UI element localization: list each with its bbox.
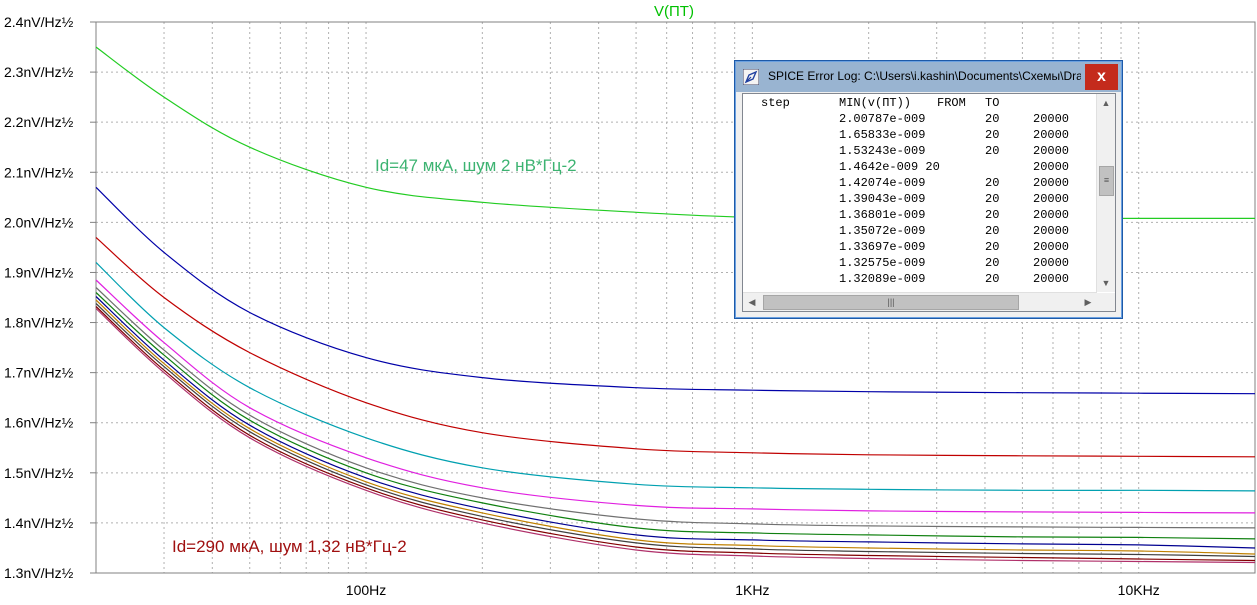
row-min: 1.36801e-009 [839, 208, 926, 222]
series-line-6 [95, 287, 1256, 529]
row-to: 20000 [1033, 112, 1070, 126]
row-min: 1.32575e-009 [839, 256, 926, 270]
row-to: 20000 [1033, 128, 1070, 142]
row-to: 20000 [1033, 144, 1070, 158]
y-tick-label: 1.6nV/Hz½ [4, 415, 74, 431]
y-tick-label: 2.2nV/Hz½ [4, 114, 74, 130]
close-button[interactable]: x [1085, 64, 1118, 90]
row-min: 1.32089e-009 [839, 272, 926, 286]
x-tick-label: 1KHz [735, 582, 769, 598]
y-tick-label: 1.3nV/Hz½ [4, 565, 74, 581]
series-line-10 [95, 303, 1256, 558]
row-from: 20 [985, 176, 1000, 190]
pen-icon [743, 69, 759, 85]
error-log-text: step MIN(v(ПТ)) FROM TO 12.00787e-009202… [743, 94, 1095, 290]
y-tick-label: 2.3nV/Hz½ [4, 64, 74, 80]
vertical-scroll-thumb[interactable]: ≡ [1099, 166, 1114, 196]
x-tick-labels: 100Hz 1KHz 10KHz [346, 582, 1160, 598]
row-to: 20000 [1033, 208, 1070, 222]
row-from: 20 [985, 272, 1000, 286]
header-to: TO [985, 96, 1000, 110]
row-to: 20000 [1033, 192, 1070, 206]
row-from: 20 [985, 128, 1000, 142]
series-line-7 [95, 292, 1256, 540]
scroll-up-icon[interactable]: ▲ [1097, 94, 1115, 112]
scroll-right-icon[interactable]: ▶ [1079, 293, 1097, 311]
header-step: step [761, 96, 790, 110]
row-from: 20 [985, 112, 1000, 126]
y-tick-label: 2.4nV/Hz½ [4, 14, 74, 30]
row-min: 1.39043e-009 [839, 192, 926, 206]
row-min: 2.00787e-009 [839, 112, 926, 126]
x-tick-label: 100Hz [346, 582, 386, 598]
error-log-title: SPICE Error Log: C:\Users\i.kashin\Docum… [768, 69, 1081, 83]
vertical-scrollbar[interactable]: ▲ ≡ ▼ [1096, 94, 1115, 292]
y-tick-label: 1.7nV/Hz½ [4, 365, 74, 381]
spice-error-log-window[interactable]: SPICE Error Log: C:\Users\i.kashin\Docum… [734, 60, 1123, 319]
error-log-titlebar[interactable]: SPICE Error Log: C:\Users\i.kashin\Docum… [736, 62, 1121, 92]
y-tick-label: 2.0nV/Hz½ [4, 214, 74, 230]
y-tick-label: 2.1nV/Hz½ [4, 164, 74, 180]
row-to: 20000 [1033, 256, 1070, 270]
row-min: 1.65833e-009 [839, 128, 926, 142]
horizontal-grip: ||| [887, 297, 895, 307]
y-tick-label: 1.8nV/Hz½ [4, 315, 74, 331]
row-min: 1.35072e-009 [839, 224, 926, 238]
row-from: 20 [985, 192, 1000, 206]
y-tick-label: 1.5nV/Hz½ [4, 465, 74, 481]
header-from: FROM [937, 96, 966, 110]
vertical-grip: ≡ [1103, 175, 1110, 185]
row-to: 20000 [1033, 176, 1070, 190]
row-from: 20 [985, 256, 1000, 270]
error-log-header-row: step MIN(v(ПТ)) FROM TO [743, 95, 999, 111]
row-from: 20 [985, 144, 1000, 158]
row-min: 1.4642e-009 20 [839, 160, 940, 174]
row-min: 1.42074e-009 [839, 176, 926, 190]
row-from: 20 [985, 224, 1000, 238]
x-tick-label: 10KHz [1118, 582, 1160, 598]
row-to: 20000 [1033, 240, 1070, 254]
horizontal-scrollbar[interactable]: ◀ ||| ▶ [743, 292, 1097, 311]
row-to: 20000 [1033, 272, 1070, 286]
y-tick-label: 1.9nV/Hz½ [4, 264, 74, 280]
annotation-id290: Id=290 мкА, шум 1,32 нВ*Гц-2 [172, 537, 407, 556]
row-min: 1.33697e-009 [839, 240, 926, 254]
chart-title: V(ПТ) [654, 3, 694, 20]
row-from: 20 [985, 208, 1000, 222]
row-min: 1.53243e-009 [839, 144, 926, 158]
scroll-down-icon[interactable]: ▼ [1097, 274, 1115, 292]
y-tick-labels: 1.3nV/Hz½ 1.4nV/Hz½ 1.5nV/Hz½ 1.6nV/Hz½ 1.7n… [4, 14, 96, 581]
row-to: 20000 [1033, 224, 1070, 238]
header-min: MIN(v(ПТ)) [839, 96, 912, 110]
scroll-corner [1097, 293, 1115, 311]
row-to: 20000 [1033, 160, 1070, 174]
y-tick-label: 1.4nV/Hz½ [4, 515, 74, 531]
annotation-id47: Id=47 мкА, шум 2 нВ*Гц-2 [375, 156, 577, 175]
error-log-content[interactable]: step MIN(v(ПТ)) FROM TO 12.00787e-009202… [742, 93, 1116, 312]
series-line-12 [95, 308, 1256, 564]
series-line-11 [95, 306, 1256, 562]
scroll-left-icon[interactable]: ◀ [743, 293, 761, 311]
row-from: 20 [985, 240, 1000, 254]
horizontal-scroll-thumb[interactable]: ||| [763, 295, 1019, 310]
